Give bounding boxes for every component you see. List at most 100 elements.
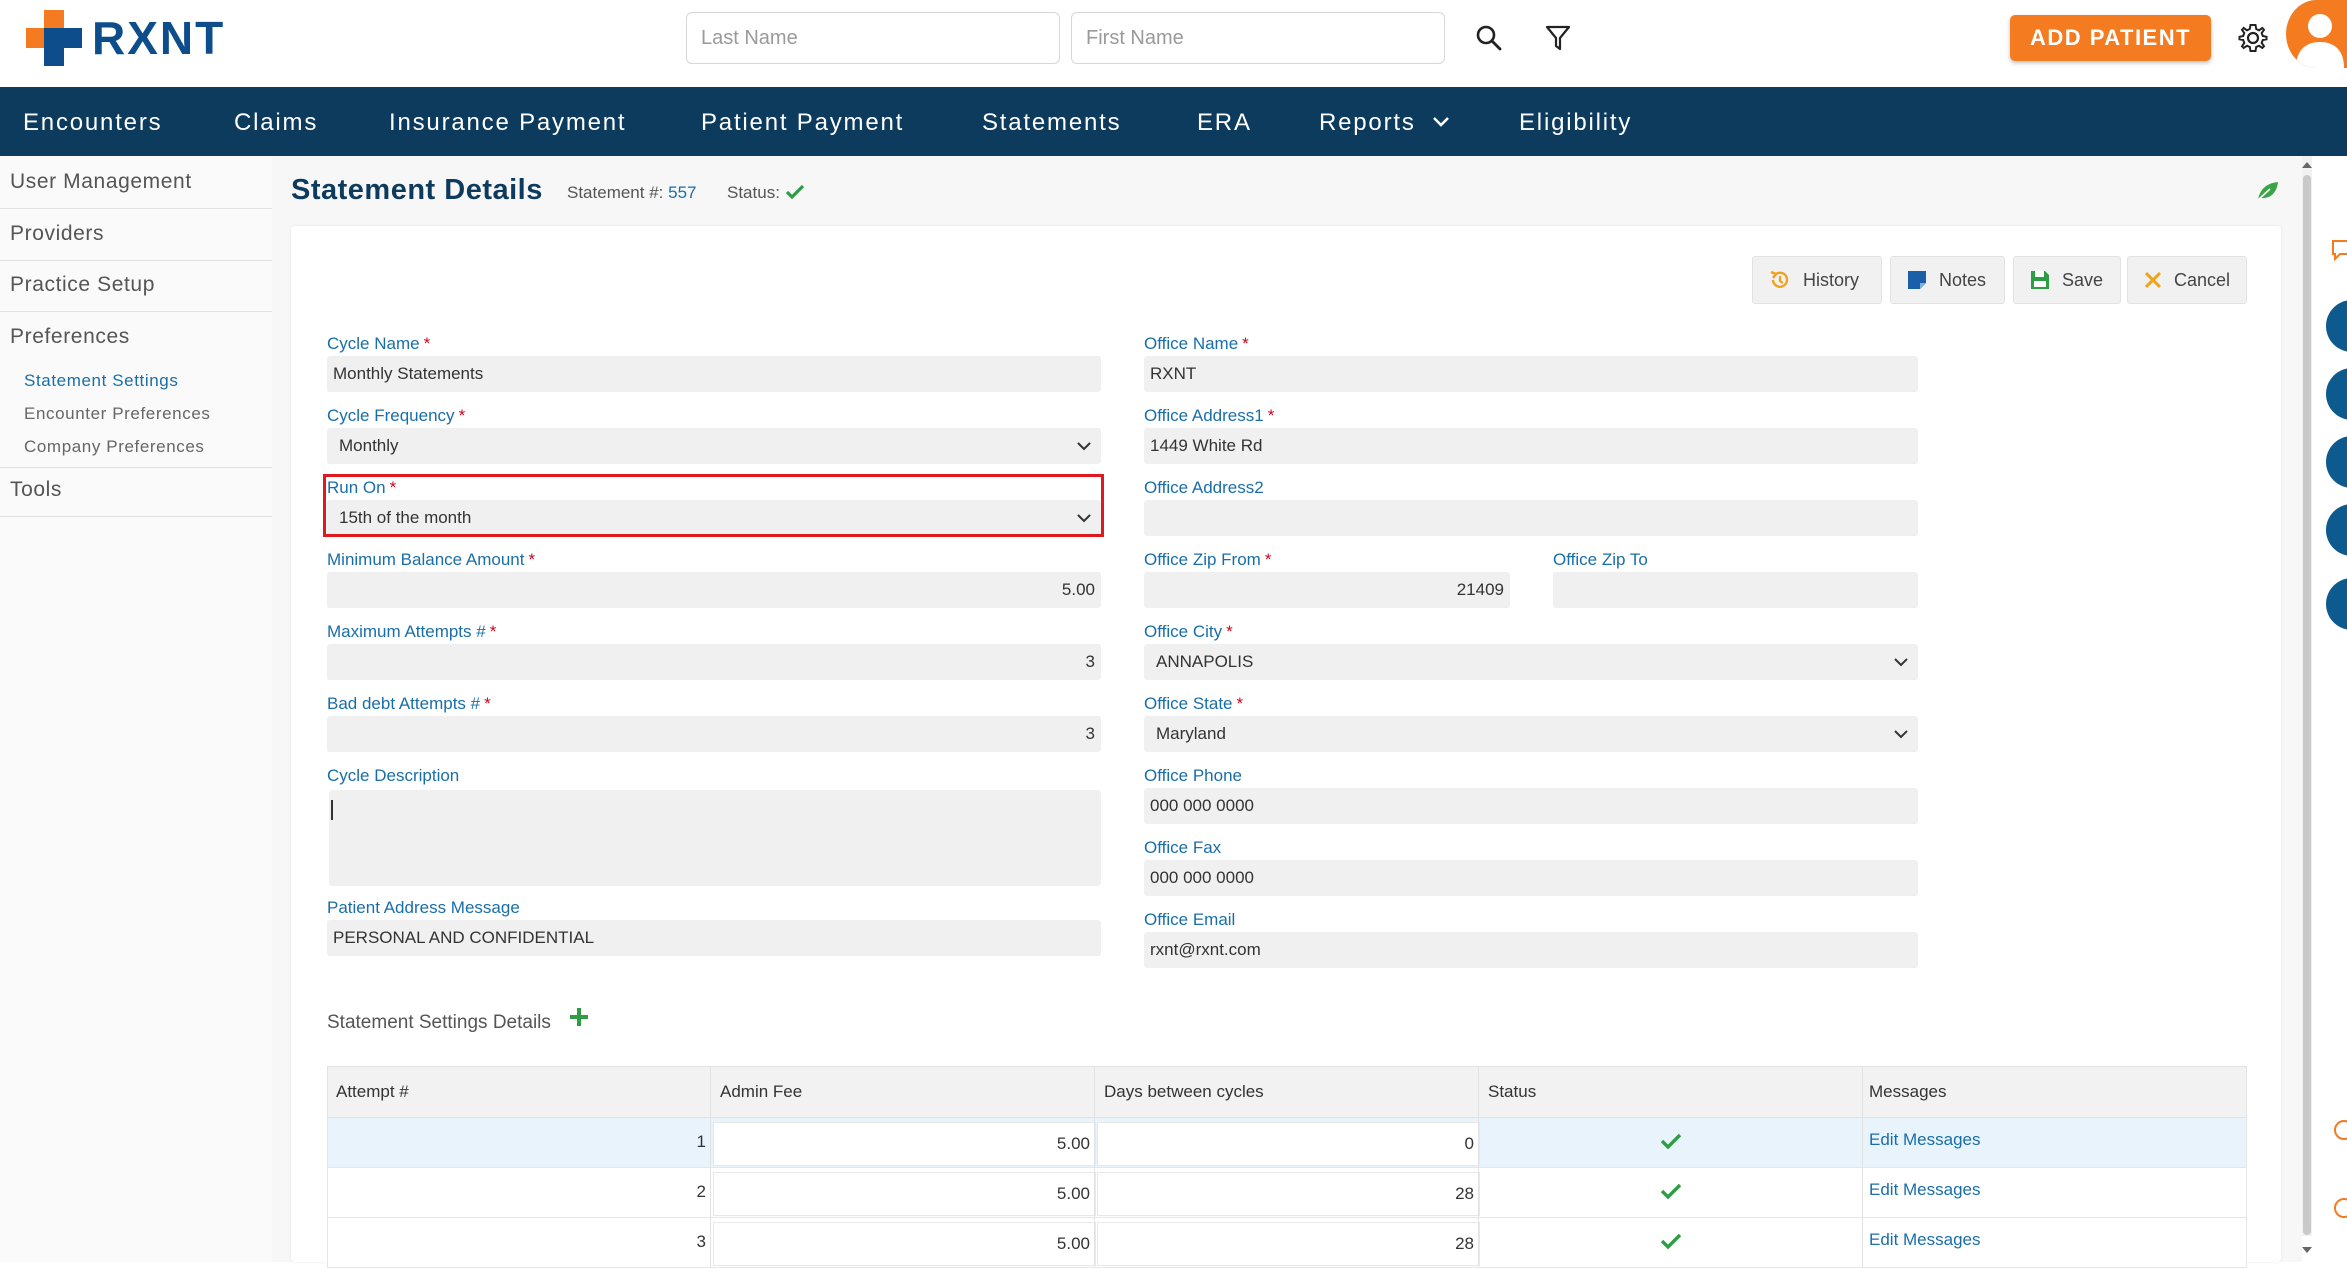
scrollbar-thumb[interactable]	[2303, 175, 2311, 1235]
cycle-name-input[interactable]: Monthly Statements	[327, 356, 1101, 392]
office-address1-label: Office Address1 *	[1144, 406, 1274, 426]
minimum-balance-input[interactable]: 5.00	[327, 572, 1101, 608]
help-icon[interactable]	[2330, 1118, 2347, 1142]
reports-chevron-down-icon[interactable]	[1432, 115, 1450, 129]
days-between-cycles-input[interactable]	[1097, 1172, 1480, 1216]
edit-messages-link[interactable]: Edit Messages	[1869, 1230, 1981, 1250]
office-email-input[interactable]: rxnt@rxnt.com	[1144, 932, 1918, 968]
days-between-cycles-input[interactable]	[1097, 1122, 1480, 1166]
scroll-up-arrow-icon[interactable]	[2300, 160, 2314, 170]
feedback-icon[interactable]	[2330, 1196, 2347, 1220]
sidebar-item-user-management[interactable]: User Management	[10, 170, 192, 194]
column-header-days-between-cycles: Days between cycles	[1104, 1082, 1264, 1101]
table-row[interactable]: 2 5.00 28 Edit Messages	[327, 1168, 2247, 1218]
cross-logo-icon	[26, 10, 82, 66]
column-divider	[1094, 1066, 1095, 1268]
nav-encounters[interactable]: Encounters	[23, 109, 162, 137]
nav-reports[interactable]: Reports	[1319, 109, 1416, 137]
edit-messages-link[interactable]: Edit Messages	[1869, 1180, 1981, 1200]
scroll-down-arrow-icon[interactable]	[2300, 1245, 2314, 1255]
attempt-cell: 1	[696, 1132, 706, 1151]
column-header-admin-fee: Admin Fee	[720, 1082, 803, 1101]
office-name-input[interactable]: RXNT	[1144, 356, 1918, 392]
chevron-down-icon	[1894, 658, 1908, 667]
bad-debt-attempts-input[interactable]: 3	[327, 716, 1101, 752]
statement-settings-details-title: Statement Settings Details	[327, 1012, 551, 1033]
admin-fee-input[interactable]	[713, 1122, 1096, 1166]
add-row-plus-icon[interactable]	[568, 1006, 590, 1033]
gear-icon[interactable]	[2233, 18, 2273, 58]
required-mark: *	[1226, 622, 1233, 641]
cycle-frequency-select[interactable]: Monthly	[327, 428, 1101, 464]
nav-statements[interactable]: Statements	[982, 109, 1121, 137]
notes-button[interactable]: Notes	[1890, 256, 2005, 304]
office-phone-label-text: Office Phone	[1144, 766, 1242, 785]
search-icon[interactable]	[1469, 18, 1509, 58]
office-state-label-text: Office State	[1144, 694, 1233, 713]
sidebar-divider	[0, 516, 272, 517]
column-header-attempt: Attempt #	[336, 1082, 409, 1101]
nav-insurance-payment[interactable]: Insurance Payment	[389, 109, 626, 137]
nav-claims[interactable]: Claims	[234, 109, 318, 137]
sidebar-item-providers[interactable]: Providers	[10, 222, 104, 246]
maximum-attempts-input[interactable]: 3	[327, 644, 1101, 680]
user-avatar[interactable]	[2286, 0, 2347, 68]
office-zip-to-label-text: Office Zip To	[1553, 550, 1648, 569]
patient-address-message-value: PERSONAL AND CONFIDENTIAL	[333, 928, 595, 947]
sidebar-item-preferences[interactable]: Preferences	[10, 325, 130, 349]
chat-icon[interactable]	[2330, 238, 2347, 262]
admin-fee-input[interactable]	[713, 1222, 1096, 1266]
required-mark: *	[1242, 334, 1249, 353]
close-icon	[2144, 271, 2162, 289]
save-button[interactable]: Save	[2013, 256, 2121, 304]
office-zip-to-input[interactable]	[1553, 572, 1918, 608]
admin-fee-input[interactable]	[713, 1172, 1096, 1216]
first-name-search-input[interactable]	[1071, 12, 1445, 64]
required-mark: *	[1236, 694, 1244, 713]
bad-debt-attempts-label: Bad debt Attempts # *	[327, 694, 491, 714]
office-zip-from-input[interactable]: 21409	[1144, 572, 1510, 608]
nav-era[interactable]: ERA	[1197, 109, 1252, 137]
patient-address-message-input[interactable]: PERSONAL AND CONFIDENTIAL	[327, 920, 1101, 956]
floppy-disk-icon	[2031, 271, 2049, 289]
office-address1-input[interactable]: 1449 White Rd	[1144, 428, 1918, 464]
nav-eligibility[interactable]: Eligibility	[1519, 109, 1632, 137]
office-address2-label: Office Address2	[1144, 478, 1264, 498]
office-zip-from-value: 21409	[1456, 580, 1504, 599]
history-button[interactable]: History	[1752, 256, 1882, 304]
office-email-label-text: Office Email	[1144, 910, 1236, 929]
cancel-button[interactable]: Cancel	[2127, 256, 2247, 304]
office-city-select[interactable]: ANNAPOLIS	[1144, 644, 1918, 680]
cycle-description-label: Cycle Description	[327, 766, 459, 786]
office-fax-label: Office Fax	[1144, 838, 1221, 858]
sidebar-divider	[0, 260, 272, 261]
sidebar-item-practice-setup[interactable]: Practice Setup	[10, 273, 155, 297]
nav-patient-payment[interactable]: Patient Payment	[701, 109, 904, 137]
run-on-highlight-box	[323, 474, 1104, 537]
sidebar-item-tools[interactable]: Tools	[10, 478, 62, 502]
cycle-name-label-text: Cycle Name	[327, 334, 420, 353]
filter-icon[interactable]	[1538, 18, 1578, 58]
office-email-label: Office Email	[1144, 910, 1235, 930]
edit-messages-link[interactable]: Edit Messages	[1869, 1130, 1981, 1150]
add-patient-button[interactable]: ADD PATIENT	[2010, 15, 2211, 61]
column-header-messages: Messages	[1869, 1082, 1947, 1101]
table-row[interactable]: 3 5.00 28 Edit Messages	[327, 1218, 2247, 1268]
sidebar-subitem-company-preferences[interactable]: Company Preferences	[24, 437, 205, 457]
office-fax-input[interactable]: 000 000 0000	[1144, 860, 1918, 896]
days-between-cycles-input[interactable]	[1097, 1222, 1480, 1266]
last-name-search-input[interactable]	[686, 12, 1060, 64]
history-label: History	[1803, 269, 1860, 290]
table-row[interactable]: 1 5.00 0 Edit Messages	[327, 1118, 2247, 1168]
patient-address-message-label-text: Patient Address Message	[327, 898, 520, 917]
cycle-description-textarea[interactable]	[329, 790, 1101, 886]
office-state-value: Maryland	[1156, 724, 1226, 743]
attempt-cell: 3	[696, 1232, 706, 1251]
rxnt-logo[interactable]: RXNT	[26, 10, 225, 66]
admin-fee-cell: 5.00	[1056, 1134, 1090, 1153]
office-phone-input[interactable]: 000 000 0000	[1144, 788, 1918, 824]
office-address2-input[interactable]	[1144, 500, 1918, 536]
office-state-select[interactable]: Maryland	[1144, 716, 1918, 752]
sidebar-subitem-encounter-preferences[interactable]: Encounter Preferences	[24, 404, 210, 424]
sidebar-subitem-statement-settings[interactable]: Statement Settings	[24, 371, 178, 391]
